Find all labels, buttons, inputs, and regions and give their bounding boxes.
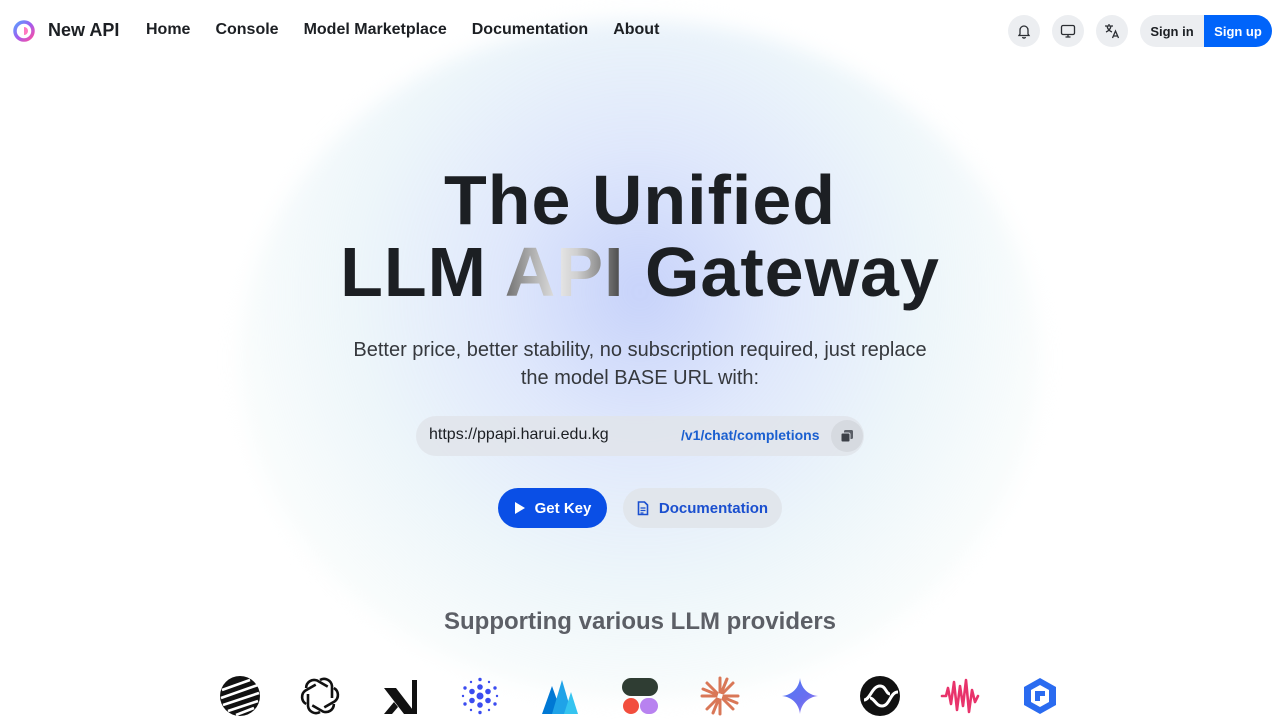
base-url-box: https://ppapi.harui.edu.kg /v1/chat/comp…	[416, 416, 864, 456]
copy-icon	[840, 430, 853, 443]
top-navbar: New API Home Console Model Marketplace D…	[0, 0, 1280, 62]
monitor-icon	[1060, 24, 1076, 38]
hero-title-api: API	[504, 233, 625, 311]
claude-icon	[700, 676, 740, 716]
nav-documentation[interactable]: Documentation	[472, 21, 588, 39]
copy-url-button[interactable]	[831, 420, 863, 452]
main-nav: Home Console Model Marketplace Documenta…	[146, 21, 684, 39]
logo-icon[interactable]	[13, 20, 35, 42]
theme-toggle-button[interactable]	[1052, 15, 1084, 47]
replicate-icon	[622, 678, 658, 714]
audio-wave-icon	[940, 678, 980, 714]
zhipu-icon	[1024, 678, 1056, 714]
azure-icon	[542, 680, 578, 714]
gemini-icon	[782, 678, 818, 714]
hero-title-line2: LLM API Gateway	[0, 236, 1280, 308]
play-icon	[514, 502, 525, 514]
bell-icon	[1017, 25, 1031, 39]
sign-in-button[interactable]: Sign in	[1140, 15, 1204, 47]
documentation-label: Documentation	[658, 499, 769, 517]
xai-icon	[384, 680, 417, 714]
cohere-dots-icon	[461, 677, 499, 715]
suno-icon	[860, 676, 900, 716]
nav-console[interactable]: Console	[215, 21, 278, 39]
moonshot-icon	[220, 676, 260, 716]
openai-icon	[300, 677, 340, 715]
base-url-text[interactable]: https://ppapi.harui.edu.kg	[429, 426, 609, 444]
get-key-label: Get Key	[534, 499, 592, 517]
brand-name[interactable]: New API	[48, 20, 119, 41]
documentation-button[interactable]: Documentation	[623, 488, 782, 528]
language-button[interactable]	[1096, 15, 1128, 47]
providers-title: Supporting various LLM providers	[443, 608, 837, 635]
get-key-button[interactable]: Get Key	[498, 488, 607, 528]
nav-home[interactable]: Home	[146, 21, 190, 39]
notifications-button[interactable]	[1008, 15, 1040, 47]
hero-title-line1: The Unified	[443, 161, 837, 239]
document-icon	[637, 500, 649, 515]
hero-title-llm: LLM	[340, 233, 505, 311]
hero-subtitle: Better price, better stability, no subsc…	[353, 339, 927, 389]
nav-model-marketplace[interactable]: Model Marketplace	[304, 21, 447, 39]
hero-title-gateway: Gateway	[624, 233, 940, 311]
sign-up-button[interactable]: Sign up	[1204, 15, 1272, 47]
nav-about[interactable]: About	[613, 21, 659, 39]
endpoint-path: /v1/chat/completions	[681, 427, 820, 443]
auth-buttons: Sign in Sign up	[1140, 15, 1272, 47]
translate-icon	[1105, 24, 1120, 39]
